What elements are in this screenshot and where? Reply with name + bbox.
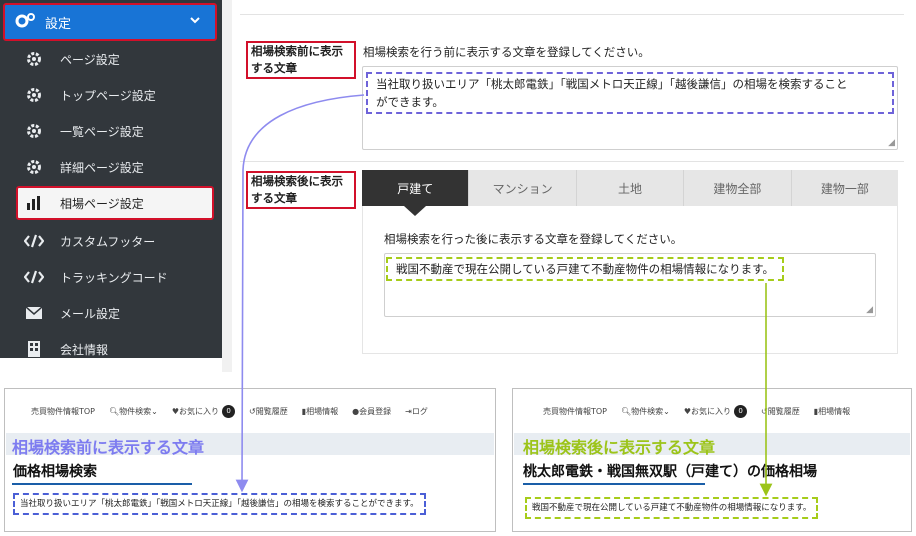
sidebar-item-label: 相場ページ設定 bbox=[60, 196, 144, 211]
sidebar-item-label: 詳細ページ設定 bbox=[60, 160, 144, 175]
preview-before-text: 当社取り扱いエリア「桃太郎電鉄」「戦国メトロ天正線」「越後謙信」の相場を検索する… bbox=[13, 493, 426, 515]
search-icon: 🔍︎ bbox=[621, 406, 632, 416]
preview-nav: 売買物件情報TOP 🔍︎ 物件検索 ⌄ ♥ お気に入り 0 ↺ 閲覧履歴 ▮ 相場情報 ●… bbox=[5, 389, 495, 433]
sidebar-item-company-info[interactable]: 会社情報 bbox=[20, 332, 216, 366]
preview-heading: 価格相場検索 bbox=[13, 464, 97, 480]
preview-band-title: 相場検索後に表示する文章 bbox=[523, 438, 716, 457]
gears-icon bbox=[15, 12, 45, 32]
sidebar-item-top-page-settings[interactable]: トップページ設定 bbox=[20, 78, 216, 112]
sidebar-item-label: ページ設定 bbox=[60, 52, 120, 67]
nav-market[interactable]: ▮ 相場情報 bbox=[814, 406, 850, 417]
building-icon bbox=[20, 341, 48, 357]
after-search-description: 相場検索を行った後に表示する文章を登録してください。 bbox=[384, 232, 683, 246]
tab-whole-building[interactable]: 建物全部 bbox=[683, 170, 790, 206]
nav-property-search[interactable]: 🔍︎ 物件検索 ⌄ bbox=[621, 406, 670, 417]
nav-market[interactable]: ▮ 相場情報 bbox=[302, 406, 338, 417]
sidebar-item-page-settings[interactable]: ページ設定 bbox=[20, 42, 216, 76]
favorites-count-badge: 0 bbox=[222, 404, 236, 418]
gear-icon bbox=[20, 51, 48, 67]
nav-history[interactable]: ↺ 閲覧履歴 bbox=[761, 406, 800, 417]
chevron-down-icon bbox=[189, 14, 201, 30]
login-icon: ⇥ bbox=[405, 406, 412, 416]
sidebar-item-label: カスタムフッター bbox=[60, 234, 156, 249]
sidebar-item-market-page-settings[interactable]: 相場ページ設定 bbox=[16, 186, 214, 220]
favorites-count-badge: 0 bbox=[734, 404, 748, 418]
gear-icon bbox=[20, 159, 48, 175]
preview-band-title: 相場検索前に表示する文章 bbox=[12, 438, 205, 457]
admin-sidebar: 設定 ページ設定 トップページ設定 一覧ページ設定 詳細ページ設定 相場ページ設… bbox=[0, 0, 222, 358]
code-icon bbox=[20, 234, 48, 248]
heart-icon: ♥ bbox=[683, 406, 692, 416]
tab-detached-house[interactable]: 戸建て bbox=[362, 170, 469, 216]
sidebar-item-label: 一覧ページ設定 bbox=[60, 124, 144, 139]
preview-after-text: 戦国不動産で現在公開している戸建て不動産物件の相場情報になります。 bbox=[525, 497, 819, 519]
tab-land[interactable]: 土地 bbox=[575, 170, 683, 206]
before-search-text-highlight: 当社取り扱いエリア「桃太郎電鉄」「戦国メトロ天正線」「越後謙信」の相場を検索する… bbox=[366, 72, 894, 114]
sidebar-item-list-page-settings[interactable]: 一覧ページ設定 bbox=[20, 114, 216, 148]
sidebar-item-label: 会社情報 bbox=[60, 342, 109, 357]
nav-register[interactable]: ● 会員登録 bbox=[352, 406, 391, 417]
before-search-description: 相場検索を行う前に表示する文章を登録してください。 bbox=[363, 45, 650, 59]
nav-top-link[interactable]: 売買物件情報TOP bbox=[31, 406, 95, 417]
search-icon: 🔍︎ bbox=[109, 406, 120, 416]
screenshot-root: 設定 ページ設定 トップページ設定 一覧ページ設定 詳細ページ設定 相場ページ設… bbox=[0, 0, 916, 536]
sidebar-item-mail-settings[interactable]: メール設定 bbox=[20, 296, 216, 330]
nav-favorites[interactable]: ♥ お気に入り 0 bbox=[171, 404, 236, 418]
row-divider bbox=[240, 14, 904, 15]
before-search-label: 相場検索前に表示 する文章 bbox=[246, 41, 356, 79]
sidebar-settings-label: 設定 bbox=[45, 16, 72, 32]
row-divider bbox=[240, 161, 904, 162]
nav-history[interactable]: ↺ 閲覧履歴 bbox=[249, 406, 288, 417]
heart-icon: ♥ bbox=[171, 406, 180, 416]
heading-underline bbox=[523, 483, 705, 485]
nav-favorites[interactable]: ♥ お気に入り 0 bbox=[683, 404, 748, 418]
sidebar-settings-header[interactable]: 設定 bbox=[3, 3, 217, 41]
heading-underline bbox=[12, 483, 192, 485]
preview-after-search: 売買物件情報TOP 🔍︎ 物件検索 ⌄ ♥ お気に入り 0 ↺ 閲覧履歴 ▮ 相場情報 相… bbox=[512, 388, 912, 532]
tab-mansion[interactable]: マンション bbox=[468, 170, 575, 206]
sidebar-item-detail-page-settings[interactable]: 詳細ページ設定 bbox=[20, 150, 216, 184]
preview-heading: 桃太郎電鉄・戦国無双駅（戸建て）の価格相場 bbox=[523, 464, 817, 480]
after-search-label: 相場検索後に表示 する文章 bbox=[246, 171, 356, 209]
sidebar-item-label: トラッキングコード bbox=[60, 270, 168, 285]
sidebar-item-label: トップページ設定 bbox=[60, 88, 156, 103]
tab-building-part[interactable]: 建物一部 bbox=[790, 170, 898, 206]
panel-gutter bbox=[222, 0, 232, 372]
resize-handle-icon[interactable]: ◢ bbox=[866, 305, 873, 315]
nav-top-link[interactable]: 売買物件情報TOP bbox=[543, 406, 607, 417]
nav-login[interactable]: ⇥ ログ bbox=[405, 406, 428, 417]
envelope-icon bbox=[20, 307, 48, 319]
code-icon bbox=[20, 270, 48, 284]
after-search-text-highlight: 戦国不動産で現在公開している戸建て不動産物件の相場情報になります。 bbox=[386, 257, 785, 281]
resize-handle-icon[interactable]: ◢ bbox=[888, 138, 895, 148]
bar-chart-icon bbox=[20, 196, 48, 210]
preview-nav: 売買物件情報TOP 🔍︎ 物件検索 ⌄ ♥ お気に入り 0 ↺ 閲覧履歴 ▮ 相場情報 bbox=[513, 389, 911, 433]
nav-property-search[interactable]: 🔍︎ 物件検索 ⌄ bbox=[109, 406, 158, 417]
history-icon: ↺ bbox=[761, 406, 768, 416]
gear-icon bbox=[20, 123, 48, 139]
gear-icon bbox=[20, 87, 48, 103]
sidebar-item-label: メール設定 bbox=[60, 306, 121, 321]
property-type-tabs: 戸建て マンション 土地 建物全部 建物一部 bbox=[362, 170, 898, 216]
preview-before-search: 売買物件情報TOP 🔍︎ 物件検索 ⌄ ♥ お気に入り 0 ↺ 閲覧履歴 ▮ 相場情報 ●… bbox=[4, 388, 496, 532]
sidebar-item-custom-footer[interactable]: カスタムフッター bbox=[20, 224, 216, 258]
user-icon: ● bbox=[352, 406, 360, 416]
sidebar-item-tracking-code[interactable]: トラッキングコード bbox=[20, 260, 216, 294]
history-icon: ↺ bbox=[249, 406, 256, 416]
